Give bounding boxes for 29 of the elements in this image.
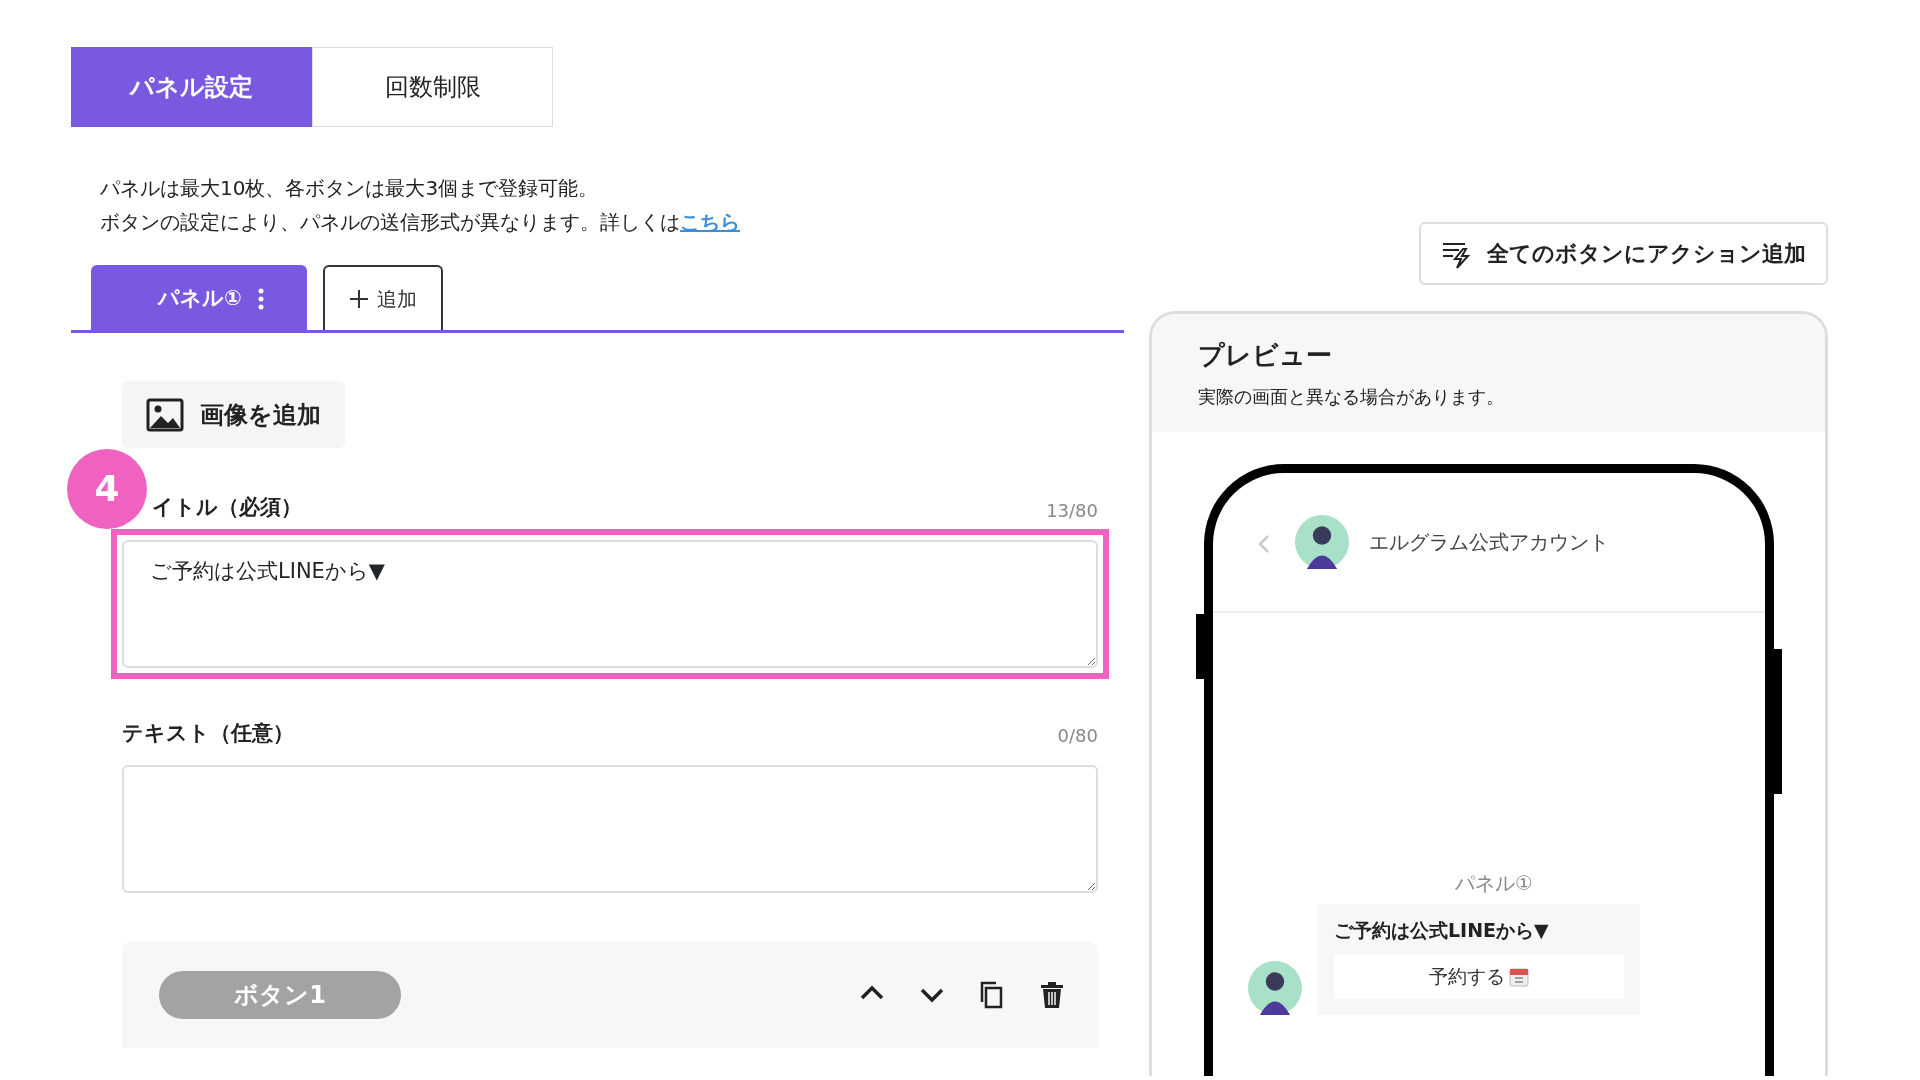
preview-note: 実際の画面と異なる場合があります。 <box>1198 385 1505 409</box>
calendar-icon <box>1509 966 1529 987</box>
account-name: エルグラム公式アカウント <box>1369 529 1609 556</box>
image-icon <box>146 397 184 432</box>
back-icon <box>1257 532 1271 555</box>
character-counter: 13/80 <box>1046 498 1098 523</box>
add-tab[interactable]: 追加 <box>323 265 443 330</box>
notice-text: パネルは最大10枚、各ボタンは最大3個まで登録可能。 <box>100 175 600 202</box>
step-badge: 4 <box>67 449 147 529</box>
field-label: テキスト（任意） <box>122 719 294 747</box>
notice-text: ボタンの設定により、パネルの送信形式が異なります。詳しくは <box>100 210 680 234</box>
add-image-button[interactable]: 画像を追加 <box>122 381 345 448</box>
panel-tab[interactable]: パネル① <box>91 265 307 330</box>
message-button[interactable]: 予約する <box>1334 954 1624 999</box>
more-icon <box>257 287 264 310</box>
message-title: ご予約は公式LINEから▼ <box>1334 918 1550 943</box>
preview-title: プレビュー <box>1198 339 1333 372</box>
avatar-icon <box>1295 515 1349 569</box>
add-action-button[interactable]: 全てのボタンにアクション追加 <box>1419 222 1828 285</box>
button-name: ボタン1 <box>159 970 401 1019</box>
delete-icon <box>1038 980 1066 1009</box>
panel-label: パネル① <box>1454 870 1534 897</box>
tab[interactable]: パネル設定 <box>71 47 312 127</box>
character-counter: 0/80 <box>1057 724 1098 748</box>
plus-icon <box>349 288 369 309</box>
text-area[interactable]: ご予約は公式LINEから▼ <box>122 539 1098 668</box>
field-label: イトル（必須） <box>152 494 302 521</box>
avatar-icon <box>1248 960 1302 1015</box>
tab[interactable]: 回数制限 <box>312 47 553 127</box>
